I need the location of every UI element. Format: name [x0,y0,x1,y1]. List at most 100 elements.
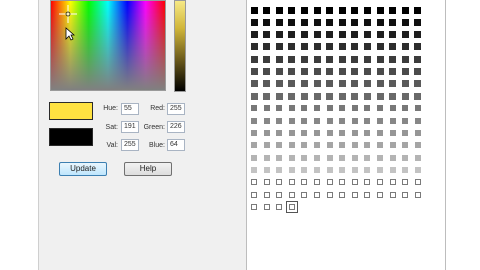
palette-swatch[interactable] [363,141,371,149]
palette-swatch[interactable] [250,191,258,199]
palette-swatch[interactable] [275,80,283,88]
palette-swatch[interactable] [376,92,384,100]
palette-swatch[interactable] [275,18,283,26]
palette-swatch[interactable] [250,178,258,186]
palette-swatch[interactable] [263,154,271,162]
palette-swatch[interactable] [313,55,321,63]
palette-swatch[interactable] [300,166,308,174]
palette-swatch[interactable] [389,68,397,76]
red-field[interactable]: 255 [167,103,185,115]
palette-swatch[interactable] [401,55,409,63]
palette-swatch[interactable] [300,43,308,51]
palette-swatch[interactable] [401,80,409,88]
palette-swatch[interactable] [275,154,283,162]
palette-swatch[interactable] [300,31,308,39]
palette-swatch[interactable] [326,92,334,100]
palette-swatch[interactable] [288,68,296,76]
palette-swatch[interactable] [363,117,371,125]
palette-swatch[interactable] [250,55,258,63]
palette-swatch[interactable] [401,18,409,26]
palette-swatch[interactable] [363,43,371,51]
palette-swatch[interactable] [351,43,359,51]
palette-swatch[interactable] [401,6,409,14]
palette-swatch[interactable] [363,154,371,162]
palette-swatch[interactable] [363,191,371,199]
palette-swatch[interactable] [263,31,271,39]
palette-swatch[interactable] [414,18,422,26]
palette-swatch[interactable] [363,92,371,100]
palette-swatch[interactable] [300,80,308,88]
palette-swatch[interactable] [414,68,422,76]
palette-swatch[interactable] [300,178,308,186]
palette-swatch[interactable] [263,55,271,63]
palette-swatch[interactable] [275,92,283,100]
palette-swatch[interactable] [338,104,346,112]
palette-swatch[interactable] [300,117,308,125]
palette-swatch[interactable] [275,31,283,39]
palette-swatch[interactable] [363,80,371,88]
palette-swatch[interactable] [250,203,258,211]
palette-swatch[interactable] [338,18,346,26]
palette-swatch[interactable] [250,31,258,39]
palette-swatch[interactable] [275,129,283,137]
palette-swatch[interactable] [351,18,359,26]
palette-swatch[interactable] [389,80,397,88]
palette-swatch[interactable] [389,31,397,39]
palette-swatch[interactable] [414,104,422,112]
palette-swatch[interactable] [376,31,384,39]
palette-swatch[interactable] [351,191,359,199]
palette-swatch[interactable] [275,55,283,63]
palette-swatch[interactable] [351,31,359,39]
palette-swatch[interactable] [300,55,308,63]
palette-swatch[interactable] [313,104,321,112]
palette-swatch[interactable] [288,141,296,149]
palette-swatch[interactable] [313,18,321,26]
palette-swatch[interactable] [351,68,359,76]
update-button[interactable]: Update [59,162,107,176]
palette-swatch[interactable] [326,129,334,137]
palette-swatch[interactable] [401,129,409,137]
palette-swatch[interactable] [338,154,346,162]
palette-swatch[interactable] [326,68,334,76]
palette-swatch[interactable] [300,6,308,14]
palette-swatch[interactable] [351,117,359,125]
palette-swatch[interactable] [263,203,271,211]
palette-swatch[interactable] [338,55,346,63]
palette-swatch[interactable] [288,43,296,51]
palette-swatch[interactable] [263,92,271,100]
palette-swatch[interactable] [313,68,321,76]
value-slider[interactable] [174,0,186,92]
palette-swatch[interactable] [389,117,397,125]
palette-swatch[interactable] [401,43,409,51]
palette-swatch[interactable] [376,6,384,14]
palette-swatch[interactable] [351,104,359,112]
palette-swatch[interactable] [351,129,359,137]
palette-swatch[interactable] [300,104,308,112]
palette-swatch[interactable] [263,104,271,112]
palette-swatch[interactable] [313,141,321,149]
palette-swatch[interactable] [363,6,371,14]
palette-swatch[interactable] [376,154,384,162]
palette-swatch[interactable] [326,141,334,149]
palette-swatch[interactable] [250,6,258,14]
palette-swatch[interactable] [338,191,346,199]
palette-swatch[interactable] [401,178,409,186]
palette-swatch[interactable] [363,55,371,63]
palette-swatch[interactable] [376,18,384,26]
palette-swatch[interactable] [250,141,258,149]
green-field[interactable]: 226 [167,121,185,133]
palette-swatch[interactable] [288,154,296,162]
palette-swatch[interactable] [376,117,384,125]
palette-swatch[interactable] [288,129,296,137]
palette-swatch[interactable] [288,80,296,88]
palette-swatch[interactable] [351,92,359,100]
palette-swatch[interactable] [338,166,346,174]
palette-swatch[interactable] [376,141,384,149]
palette-swatch[interactable] [326,80,334,88]
palette-swatch[interactable] [376,166,384,174]
palette-swatch[interactable] [376,104,384,112]
sat-field[interactable]: 191 [121,121,139,133]
palette-swatch[interactable] [338,129,346,137]
palette-swatch[interactable] [300,68,308,76]
palette-swatch[interactable] [275,141,283,149]
